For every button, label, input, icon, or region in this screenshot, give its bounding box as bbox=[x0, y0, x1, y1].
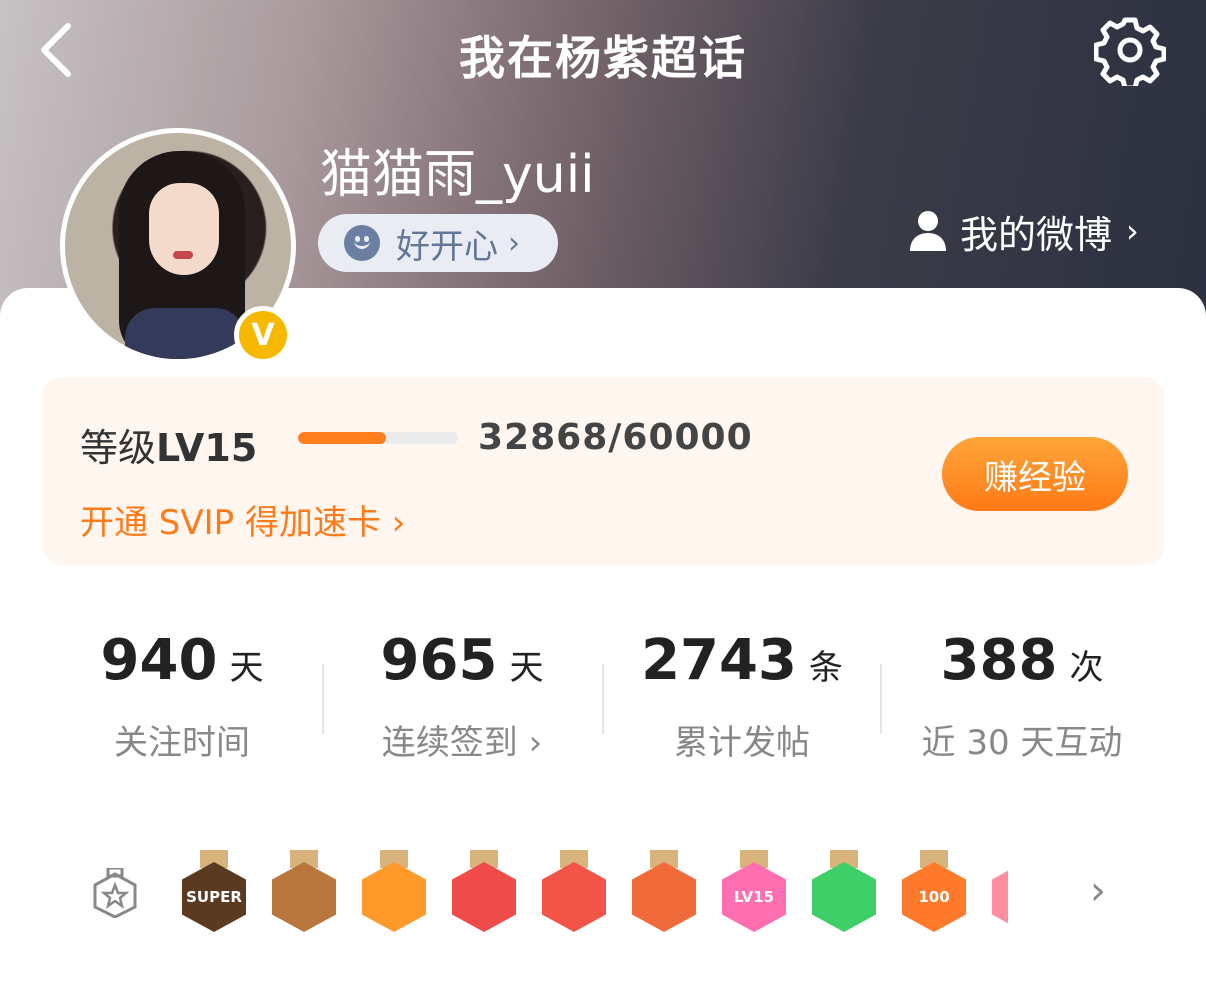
100days-medal-icon[interactable]: 100 bbox=[898, 850, 970, 934]
chevron-right-icon: › bbox=[1126, 212, 1139, 250]
hexagon-star-icon bbox=[93, 868, 137, 918]
level-value: LV15 bbox=[156, 426, 258, 470]
level-progress-fill bbox=[298, 432, 386, 444]
mood-label: 好开心 bbox=[396, 226, 498, 267]
my-weibo-link[interactable]: 我的微博 › bbox=[908, 204, 1139, 258]
level-progress-text: 32868/60000 bbox=[478, 417, 753, 458]
level-panel: 等级LV15 32868/60000 开通 SVIP 得加速卡 › 赚经验 bbox=[42, 377, 1164, 565]
stats-panel: 940 天 关注时间 965 天 连续签到 › 2743 条 累计发帖 388 次 近 … bbox=[42, 598, 1164, 794]
medal-list: SUPER LV15 100 bbox=[178, 850, 1008, 940]
level-label: 等级LV15 bbox=[80, 426, 258, 470]
stat-interactions: 388 次 近 30 天互动 bbox=[921, 628, 1123, 763]
my-weibo-label: 我的微博 bbox=[960, 212, 1113, 257]
stat-total-posts: 2743 条 累计发帖 bbox=[641, 628, 843, 763]
settings-button[interactable] bbox=[1093, 14, 1167, 91]
svip-link[interactable]: 开通 SVIP 得加速卡 › bbox=[80, 495, 405, 544]
username: 猫猫雨_yuii bbox=[320, 145, 595, 205]
mood-status-button[interactable]: 好开心 › bbox=[318, 214, 558, 272]
gear-icon bbox=[1093, 17, 1167, 91]
monkey-medal-icon[interactable] bbox=[268, 850, 340, 934]
page-title: 我在杨紫超话 bbox=[459, 31, 747, 85]
hand-medal-icon[interactable] bbox=[808, 850, 880, 934]
partial-medal-icon[interactable] bbox=[988, 850, 1008, 934]
dragon-medal-2-icon[interactable] bbox=[538, 850, 610, 934]
smiley-icon bbox=[344, 225, 380, 261]
person-icon bbox=[910, 211, 946, 251]
lv15-medal-icon[interactable]: LV15 bbox=[718, 850, 790, 934]
badges-panel[interactable]: SUPER LV15 100 › bbox=[42, 820, 1164, 968]
stat-checkin-streak[interactable]: 965 天 连续签到 › bbox=[322, 628, 602, 764]
earn-exp-button[interactable]: 赚经验 bbox=[942, 437, 1128, 511]
crown-medal-icon[interactable] bbox=[358, 850, 430, 934]
super-medal-icon[interactable]: SUPER bbox=[178, 850, 250, 934]
dragon-medal-1-icon[interactable] bbox=[448, 850, 520, 934]
dragon-medal-3-icon[interactable] bbox=[628, 850, 700, 934]
chevron-right-icon: › bbox=[508, 225, 520, 261]
stat-follow-time: 940 天 关注时间 bbox=[100, 628, 264, 763]
level-progress-bar bbox=[298, 432, 458, 444]
verified-badge-icon: V bbox=[234, 306, 292, 364]
chevron-right-icon[interactable]: › bbox=[1090, 868, 1106, 914]
